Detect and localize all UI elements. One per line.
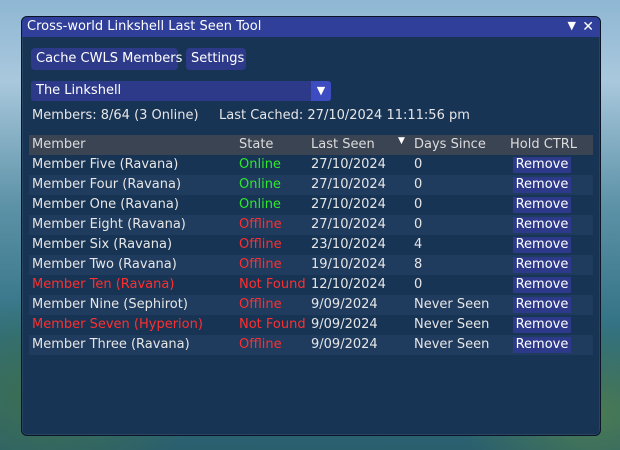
member-state: Online <box>239 197 281 212</box>
member-state: Not Found <box>239 317 306 332</box>
close-icon[interactable]: ✕ <box>582 18 594 36</box>
days-since: 0 <box>414 217 423 232</box>
member-state: Offline <box>239 217 282 232</box>
member-state: Offline <box>239 297 282 312</box>
member-state: Offline <box>239 257 282 272</box>
table-row: Member Seven (Hyperion) Not Found 9/09/2… <box>29 315 593 335</box>
settings-button[interactable]: Settings <box>186 48 246 70</box>
remove-button[interactable]: Remove <box>513 217 571 233</box>
remove-button[interactable]: Remove <box>513 157 571 173</box>
days-since: 4 <box>414 237 423 252</box>
column-header-member[interactable]: Member <box>32 137 85 152</box>
linkshell-window: Cross-world Linkshell Last Seen Tool ▼ ✕… <box>21 16 601 436</box>
member-name: Member Eight (Ravana) <box>32 217 186 232</box>
member-name: Member Two (Ravana) <box>32 257 177 272</box>
member-name: Member Four (Ravana) <box>32 177 182 192</box>
window-title: Cross-world Linkshell Last Seen Tool <box>27 19 262 34</box>
table-row: Member Ten (Ravana) Not Found 12/10/2024… <box>29 275 593 295</box>
title-bar[interactable]: Cross-world Linkshell Last Seen Tool ▼ ✕ <box>22 17 600 37</box>
last-seen-date: 27/10/2024 <box>311 177 386 192</box>
member-state: Not Found <box>239 277 306 292</box>
last-seen-date: 9/09/2024 <box>311 337 378 352</box>
last-seen-date: 23/10/2024 <box>311 237 386 252</box>
table-row: Member Three (Ravana) Offline 9/09/2024 … <box>29 335 593 355</box>
column-header-state[interactable]: State <box>239 137 273 152</box>
last-seen-date: 9/09/2024 <box>311 317 378 332</box>
remove-button[interactable]: Remove <box>513 337 571 353</box>
days-since: 0 <box>414 277 423 292</box>
table-row: Member Two (Ravana) Offline 19/10/2024 8… <box>29 255 593 275</box>
table-row: Member Eight (Ravana) Offline 27/10/2024… <box>29 215 593 235</box>
last-seen-date: 27/10/2024 <box>311 197 386 212</box>
last-seen-date: 27/10/2024 <box>311 157 386 172</box>
last-cached: Last Cached: 27/10/2024 11:11:56 pm <box>219 108 470 123</box>
collapse-icon[interactable]: ▼ <box>568 19 576 32</box>
remove-button[interactable]: Remove <box>513 297 571 313</box>
member-name: Member Ten (Ravana) <box>32 277 175 292</box>
remove-button[interactable]: Remove <box>513 177 571 193</box>
column-header-hold-ctrl: Hold CTRL <box>510 137 578 152</box>
remove-button[interactable]: Remove <box>513 317 571 333</box>
days-since: 0 <box>414 177 423 192</box>
member-name: Member Seven (Hyperion) <box>32 317 203 332</box>
table-row: Member Five (Ravana) Online 27/10/2024 0… <box>29 155 593 175</box>
member-name: Member Three (Ravana) <box>32 337 190 352</box>
members-table: Member State Last Seen ▼ Days Since Hold… <box>29 135 593 355</box>
remove-button[interactable]: Remove <box>513 237 571 253</box>
member-state: Offline <box>239 337 282 352</box>
days-since: Never Seen <box>414 317 490 332</box>
remove-button[interactable]: Remove <box>513 277 571 293</box>
table-row: Member Four (Ravana) Online 27/10/2024 0… <box>29 175 593 195</box>
member-name: Member Six (Ravana) <box>32 237 173 252</box>
last-seen-date: 12/10/2024 <box>311 277 386 292</box>
linkshell-dropdown[interactable]: The Linkshell ▼ <box>31 81 331 101</box>
sort-descending-icon: ▼ <box>398 136 405 146</box>
remove-button[interactable]: Remove <box>513 257 571 273</box>
members-count: Members: 8/64 (3 Online) <box>32 108 199 123</box>
member-state: Online <box>239 157 281 172</box>
chevron-down-icon[interactable]: ▼ <box>311 81 331 101</box>
member-state: Offline <box>239 237 282 252</box>
last-seen-date: 9/09/2024 <box>311 297 378 312</box>
table-row: Member One (Ravana) Online 27/10/2024 0 … <box>29 195 593 215</box>
table-row: Member Six (Ravana) Offline 23/10/2024 4… <box>29 235 593 255</box>
member-name: Member Five (Ravana) <box>32 157 179 172</box>
days-since: 0 <box>414 157 423 172</box>
linkshell-dropdown-value: The Linkshell <box>36 83 122 98</box>
member-name: Member One (Ravana) <box>32 197 179 212</box>
days-since: Never Seen <box>414 337 490 352</box>
column-header-days-since[interactable]: Days Since <box>414 137 486 152</box>
column-header-last-seen[interactable]: Last Seen <box>311 137 375 152</box>
table-header: Member State Last Seen ▼ Days Since Hold… <box>29 135 593 155</box>
last-seen-date: 27/10/2024 <box>311 217 386 232</box>
table-row: Member Nine (Sephirot) Offline 9/09/2024… <box>29 295 593 315</box>
cache-cwls-members-button[interactable]: Cache CWLS Members <box>31 48 182 70</box>
member-state: Online <box>239 177 281 192</box>
remove-button[interactable]: Remove <box>513 197 571 213</box>
days-since: 0 <box>414 197 423 212</box>
days-since: 8 <box>414 257 423 272</box>
last-seen-date: 19/10/2024 <box>311 257 386 272</box>
member-name: Member Nine (Sephirot) <box>32 297 188 312</box>
days-since: Never Seen <box>414 297 490 312</box>
